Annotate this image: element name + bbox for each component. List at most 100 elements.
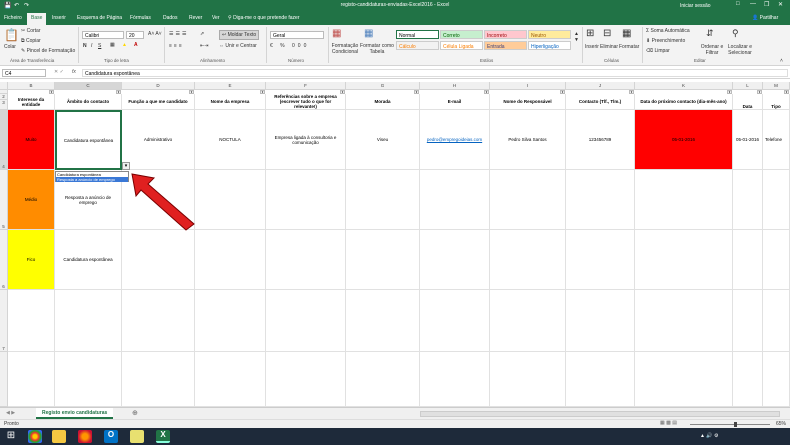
- cell-type-row4[interactable]: Telefone: [763, 110, 790, 170]
- insert-cells-button[interactable]: Inserir: [585, 44, 599, 50]
- header-company[interactable]: Nome da empresa: [195, 94, 266, 110]
- find-select-icon[interactable]: ⚲: [732, 28, 739, 39]
- paste-icon[interactable]: 📋: [4, 28, 19, 42]
- tell-me-search[interactable]: ⚲ Diga-me o que pretende fazer: [228, 15, 300, 21]
- sort-filter-button[interactable]: Ordenar e Filtrar: [700, 44, 724, 56]
- cell-style-3[interactable]: Neutro: [528, 30, 571, 39]
- empty-cell[interactable]: [763, 290, 790, 352]
- filter-arrow-icon[interactable]: ▾: [340, 90, 345, 94]
- filter-arrow-icon[interactable]: ▾: [116, 90, 121, 94]
- empty-cell[interactable]: [266, 352, 346, 407]
- cell-style-5[interactable]: Célula Ligada: [440, 41, 483, 50]
- empty-cell[interactable]: [420, 230, 490, 290]
- row-header-6[interactable]: 6: [0, 230, 8, 290]
- format-painter-button[interactable]: ✎ Pincel de Formatação: [21, 48, 75, 54]
- italic-button[interactable]: I: [91, 43, 92, 49]
- align-left-icons[interactable]: ≡≡≡: [169, 43, 184, 49]
- find-select-button[interactable]: Localizar e Selecionar: [726, 44, 754, 56]
- format-table-icon[interactable]: ▦: [364, 28, 373, 39]
- sort-filter-icon[interactable]: ⇵: [706, 28, 714, 39]
- minimize-icon[interactable]: —: [750, 1, 756, 7]
- formula-input[interactable]: Candidatura espontânea: [82, 69, 788, 77]
- cell-function-row4[interactable]: Administrativo: [122, 110, 195, 170]
- filter-arrow-icon[interactable]: ▾: [560, 90, 565, 94]
- column-header-h[interactable]: H: [420, 82, 490, 90]
- tab-formulas[interactable]: Fórmulas: [130, 15, 151, 21]
- borders-icon[interactable]: ▦: [110, 42, 115, 48]
- copy-button[interactable]: ⧉ Copiar: [21, 38, 41, 44]
- cell-interest-row6[interactable]: Fico: [8, 230, 55, 290]
- empty-cell[interactable]: [733, 170, 763, 230]
- empty-cell[interactable]: [490, 170, 566, 230]
- empty-cell[interactable]: [763, 352, 790, 407]
- column-header-d[interactable]: D: [122, 82, 195, 90]
- autosum-button[interactable]: Σ Soma Automática: [646, 28, 690, 34]
- row-header-3[interactable]: 3: [0, 100, 8, 110]
- empty-cell[interactable]: [195, 290, 266, 352]
- header-scope[interactable]: Âmbito do contacto: [55, 94, 122, 110]
- chrome-icon[interactable]: [28, 430, 42, 443]
- zoom-slider-thumb[interactable]: [734, 422, 738, 427]
- row-header-5[interactable]: 5: [0, 170, 8, 230]
- header-email[interactable]: E-mail: [420, 94, 490, 110]
- font-name-select[interactable]: Calibri: [82, 31, 124, 39]
- start-button-icon[interactable]: ⊞: [4, 430, 18, 443]
- tab-data[interactable]: Dados: [163, 15, 177, 21]
- clear-button[interactable]: ⌫ Limpar: [646, 48, 670, 54]
- empty-cell[interactable]: [566, 230, 635, 290]
- tab-insert[interactable]: Inserir: [52, 15, 66, 21]
- select-all-corner[interactable]: [0, 82, 8, 90]
- empty-cell[interactable]: [635, 170, 733, 230]
- tab-view[interactable]: Ver: [212, 15, 220, 21]
- cell-style-2[interactable]: Incorreto: [484, 30, 527, 39]
- styles-scroll-icon[interactable]: ▲ ▼: [574, 31, 579, 43]
- zoom-slider[interactable]: [690, 424, 770, 425]
- header-interest[interactable]: Interesse da entidade: [8, 94, 55, 110]
- cell-email-row4[interactable]: pedro@empregoideias.com: [420, 110, 490, 170]
- data-validation-dropdown-button[interactable]: ▾: [122, 162, 130, 170]
- row-header-8[interactable]: [0, 352, 8, 407]
- close-icon[interactable]: ✕: [778, 1, 783, 8]
- bold-button[interactable]: N: [83, 43, 87, 49]
- format-cells-icon[interactable]: ▦: [622, 28, 631, 39]
- cell-address-row4[interactable]: Viseu: [346, 110, 420, 170]
- row-header-7[interactable]: 7: [0, 290, 8, 352]
- column-header-b[interactable]: B: [8, 82, 55, 90]
- empty-cell[interactable]: [8, 352, 55, 407]
- filter-arrow-icon[interactable]: ▾: [484, 90, 489, 94]
- sheet-tab-registo[interactable]: Registo envio candidaturas: [36, 408, 114, 419]
- cell-references-row4[interactable]: Empresa ligada à consultoria e comunicaç…: [266, 110, 346, 170]
- column-header-k[interactable]: K: [635, 82, 733, 90]
- empty-cell[interactable]: [195, 230, 266, 290]
- empty-cell[interactable]: [566, 352, 635, 407]
- number-format-select[interactable]: Geral: [270, 31, 324, 39]
- header-manager[interactable]: Nome do Responsável: [490, 94, 566, 110]
- empty-cell[interactable]: [266, 170, 346, 230]
- column-header-e[interactable]: E: [195, 82, 266, 90]
- column-header-c[interactable]: C: [55, 82, 122, 90]
- empty-cell[interactable]: [420, 290, 490, 352]
- filter-arrow-icon[interactable]: ▾: [414, 90, 419, 94]
- add-sheet-icon[interactable]: ⊕: [132, 409, 138, 417]
- empty-cell[interactable]: [55, 290, 122, 352]
- indent-icons[interactable]: ⇤⇥: [200, 43, 208, 49]
- empty-cell[interactable]: [566, 170, 635, 230]
- empty-cell[interactable]: [346, 290, 420, 352]
- conditional-format-icon[interactable]: ▦: [332, 28, 341, 39]
- fill-button[interactable]: ⬇ Preenchimento: [646, 38, 685, 44]
- cell-next-contact-row4[interactable]: 05-01-2016: [635, 110, 733, 170]
- filter-arrow-icon[interactable]: ▾: [49, 90, 54, 94]
- empty-cell[interactable]: [635, 290, 733, 352]
- empty-cell[interactable]: [490, 230, 566, 290]
- align-top-icons[interactable]: ☰☰☰: [169, 31, 188, 37]
- empty-cell[interactable]: [266, 290, 346, 352]
- cell-style-4[interactable]: Cálculo: [396, 41, 439, 50]
- delete-cells-button[interactable]: Eliminar: [600, 44, 618, 50]
- dropdown-option-job-ad[interactable]: Resposta a anúncio de emprego: [56, 177, 128, 182]
- tab-home[interactable]: Base: [27, 13, 47, 25]
- cut-button[interactable]: ✂ Cortar: [21, 28, 41, 34]
- empty-cell[interactable]: [266, 230, 346, 290]
- empty-cell[interactable]: [195, 170, 266, 230]
- wrap-text-button[interactable]: ↩ Moldar Texto: [219, 30, 260, 40]
- empty-cell[interactable]: [763, 170, 790, 230]
